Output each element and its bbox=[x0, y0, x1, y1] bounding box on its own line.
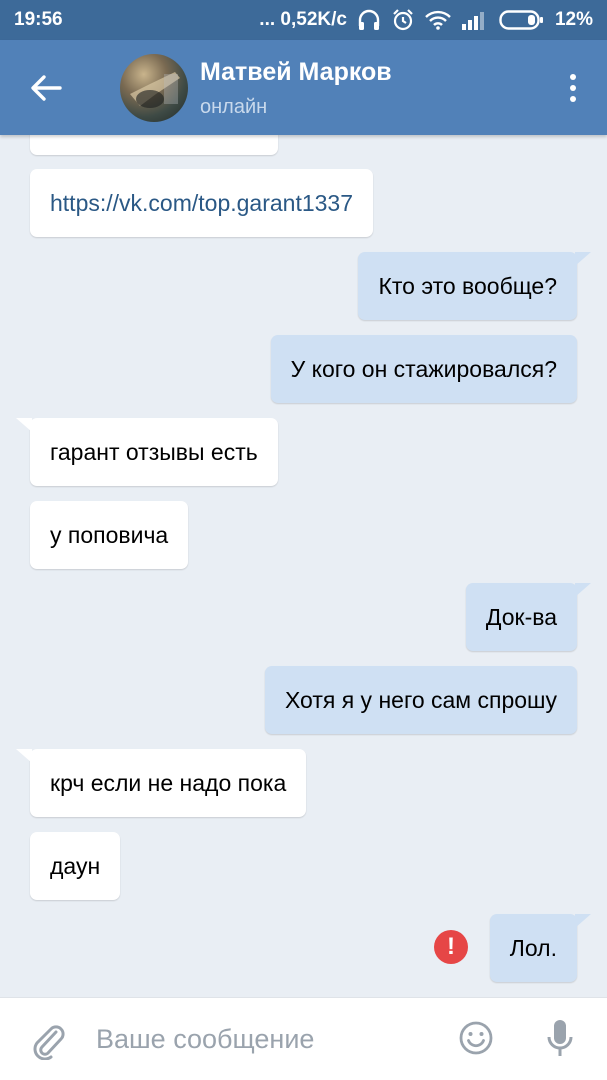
network-speed: ... 0,52K/c bbox=[259, 9, 347, 30]
message-bubble-incoming[interactable]: гарант отзывы есть bbox=[16, 418, 278, 486]
arrow-left-icon bbox=[31, 75, 62, 101]
message-bubble-incoming[interactable]: крч если не надо пока bbox=[15, 749, 307, 817]
message-text: у поповича bbox=[50, 521, 169, 548]
message-bubble-incoming[interactable]: https://vk.com/top.garant1337 bbox=[30, 169, 374, 237]
message-bubble-outgoing[interactable]: У кого он стажировался? bbox=[270, 335, 577, 403]
signal-icon bbox=[461, 10, 489, 30]
message-text: Кто это вообще? bbox=[378, 272, 557, 299]
paperclip-icon[interactable] bbox=[30, 1020, 66, 1061]
more-vertical-icon[interactable] bbox=[563, 70, 583, 106]
message-text: У кого он стажировался? bbox=[290, 355, 557, 382]
message-bubble-outgoing[interactable]: Лол. bbox=[489, 914, 592, 982]
chat-header: Матвей Марков онлайн bbox=[0, 40, 607, 135]
wifi-icon bbox=[425, 10, 451, 30]
avatar-photo bbox=[130, 72, 180, 108]
message-bubble-incoming[interactable] bbox=[30, 135, 278, 155]
contact-status: онлайн bbox=[200, 96, 268, 118]
back-button[interactable] bbox=[26, 70, 66, 106]
message-text: Лол. bbox=[509, 934, 557, 961]
message-text: Хотя я у него сам спрошу bbox=[284, 686, 557, 713]
contact-name[interactable]: Матвей Марков bbox=[200, 58, 392, 87]
battery-icon bbox=[499, 9, 545, 31]
status-bar: 19:56 ... 0,52K/c 12% bbox=[0, 0, 607, 40]
headphones-icon bbox=[357, 9, 381, 31]
message-input-bar bbox=[0, 997, 607, 1080]
emoji-icon[interactable] bbox=[458, 1020, 494, 1056]
alarm-icon bbox=[391, 8, 415, 32]
status-right-group: ... 0,52K/c 12% bbox=[259, 8, 593, 32]
message-text: гарант отзывы есть bbox=[50, 438, 258, 465]
status-time: 19:56 bbox=[14, 9, 63, 30]
message-text: Док-ва bbox=[485, 603, 557, 630]
avatar[interactable] bbox=[120, 54, 188, 122]
message-link[interactable]: https://vk.com/top.garant1337 bbox=[50, 190, 353, 217]
message-input[interactable] bbox=[96, 1016, 436, 1062]
message-bubble-outgoing[interactable]: Док-ва bbox=[465, 583, 592, 651]
message-text: крч если не надо пока bbox=[50, 769, 287, 796]
message-text: даун bbox=[50, 852, 101, 879]
message-list[interactable]: https://vk.com/top.garant1337 Кто это во… bbox=[0, 135, 607, 997]
message-bubble-outgoing[interactable]: Хотя я у него сам спрошу bbox=[264, 666, 577, 734]
message-bubble-outgoing[interactable]: Кто это вообще? bbox=[358, 252, 591, 320]
battery-percent: 12% bbox=[554, 9, 593, 30]
error-icon[interactable]: ! bbox=[434, 930, 468, 964]
message-bubble-incoming[interactable]: даун bbox=[30, 832, 121, 900]
message-bubble-incoming[interactable]: у поповича bbox=[30, 501, 189, 569]
microphone-icon[interactable] bbox=[546, 1018, 574, 1060]
